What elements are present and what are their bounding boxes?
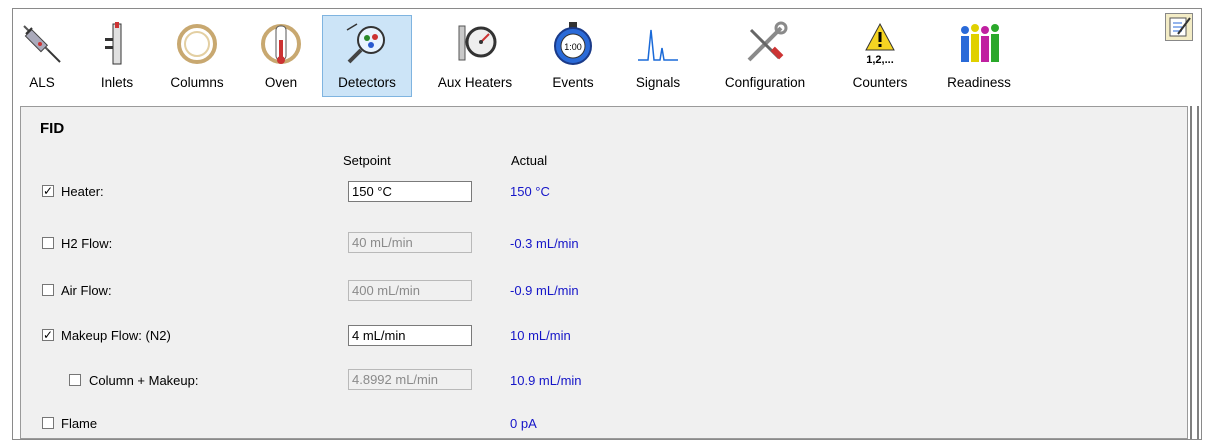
tool-label: Readiness — [947, 75, 1011, 90]
h2-flow-label: H2 Flow: — [61, 236, 113, 251]
tools-icon — [747, 21, 788, 62]
air-flow-setpoint-input[interactable]: 400 mL/min — [348, 280, 472, 301]
column-makeup-actual: 10.9 mL/min — [510, 373, 582, 388]
h2-flow-setpoint-input[interactable]: 40 mL/min — [348, 232, 472, 253]
tool-inlets[interactable]: Inlets — [91, 15, 143, 97]
tool-label: Detectors — [338, 75, 396, 90]
tool-counters[interactable]: 1,2,... Counters — [842, 15, 918, 97]
air-flow-actual: -0.9 mL/min — [510, 283, 579, 298]
tool-label: ALS — [29, 75, 55, 90]
signal-peak-icon — [638, 29, 678, 61]
syringe-icon — [23, 25, 61, 63]
panel-divider — [1190, 106, 1192, 439]
gauge-icon — [458, 25, 497, 61]
notes-button[interactable] — [1165, 13, 1193, 41]
heater-checkbox[interactable]: ✓ — [42, 185, 54, 197]
tool-label: Columns — [170, 75, 224, 90]
h2-flow-checkbox[interactable] — [42, 237, 54, 249]
makeup-flow-actual: 10 mL/min — [510, 328, 571, 343]
heater-actual: 150 °C — [510, 184, 550, 199]
tool-detectors[interactable]: Detectors — [322, 15, 412, 97]
oven-icon — [261, 24, 301, 64]
flame-label: Flame — [61, 416, 98, 431]
detector-panel: FID Setpoint Actual ✓ Heater: 150 °C 150… — [20, 106, 1188, 439]
toolbar: ALS Inlets Columns Oven Detectors Aux He… — [13, 9, 1201, 103]
heater-label: Heater: — [61, 184, 104, 199]
makeup-flow-label: Makeup Flow: (N2) — [61, 328, 171, 343]
tool-aux-heaters[interactable]: Aux Heaters — [429, 15, 521, 97]
tool-label: Counters — [852, 75, 908, 90]
flame-actual: 0 pA — [510, 416, 537, 431]
panel-divider — [1197, 106, 1199, 439]
tool-configuration[interactable]: Configuration — [709, 15, 821, 97]
instrument-window: ALS Inlets Columns Oven Detectors Aux He… — [12, 8, 1202, 440]
counter-glyph: 1,2,... — [866, 54, 894, 66]
tool-label: Configuration — [724, 75, 806, 90]
detector-magnifier-icon — [346, 23, 385, 64]
tool-label: Signals — [635, 75, 681, 90]
actual-header: Actual — [511, 153, 548, 168]
column-makeup-label: Column + Makeup: — [89, 373, 199, 388]
panel-title: FID — [40, 120, 65, 137]
air-flow-label: Air Flow: — [61, 283, 112, 298]
tool-events[interactable]: 1:00 Events — [544, 15, 602, 97]
h2-flow-actual: -0.3 mL/min — [510, 236, 579, 251]
flame-checkbox[interactable] — [42, 417, 54, 429]
makeup-flow-checkbox[interactable]: ✓ — [42, 329, 54, 341]
setpoint-header: Setpoint — [343, 153, 391, 168]
tool-signals[interactable]: Signals — [628, 15, 688, 97]
column-coil-icon — [177, 24, 217, 64]
notepad-check-icon — [1169, 17, 1191, 37]
inlet-icon — [105, 22, 122, 65]
tool-label: Events — [552, 75, 594, 90]
tool-columns[interactable]: Columns — [156, 15, 238, 97]
tool-label: Oven — [264, 75, 298, 90]
heater-setpoint-input[interactable]: 150 °C — [348, 181, 472, 202]
stopwatch-icon: 1:00 — [554, 22, 592, 65]
svg-text:1:00: 1:00 — [564, 42, 582, 52]
column-makeup-setpoint-input[interactable]: 4.8992 mL/min — [348, 369, 472, 390]
tool-label: Inlets — [100, 75, 134, 90]
air-flow-checkbox[interactable] — [42, 284, 54, 296]
tool-label: Aux Heaters — [437, 75, 513, 90]
column-makeup-checkbox[interactable] — [69, 374, 81, 386]
tool-als[interactable]: ALS — [17, 15, 67, 97]
tool-oven[interactable]: Oven — [253, 15, 309, 97]
people-icon — [961, 24, 999, 62]
makeup-flow-setpoint-input[interactable]: 4 mL/min — [348, 325, 472, 346]
tool-readiness[interactable]: Readiness — [939, 15, 1019, 97]
